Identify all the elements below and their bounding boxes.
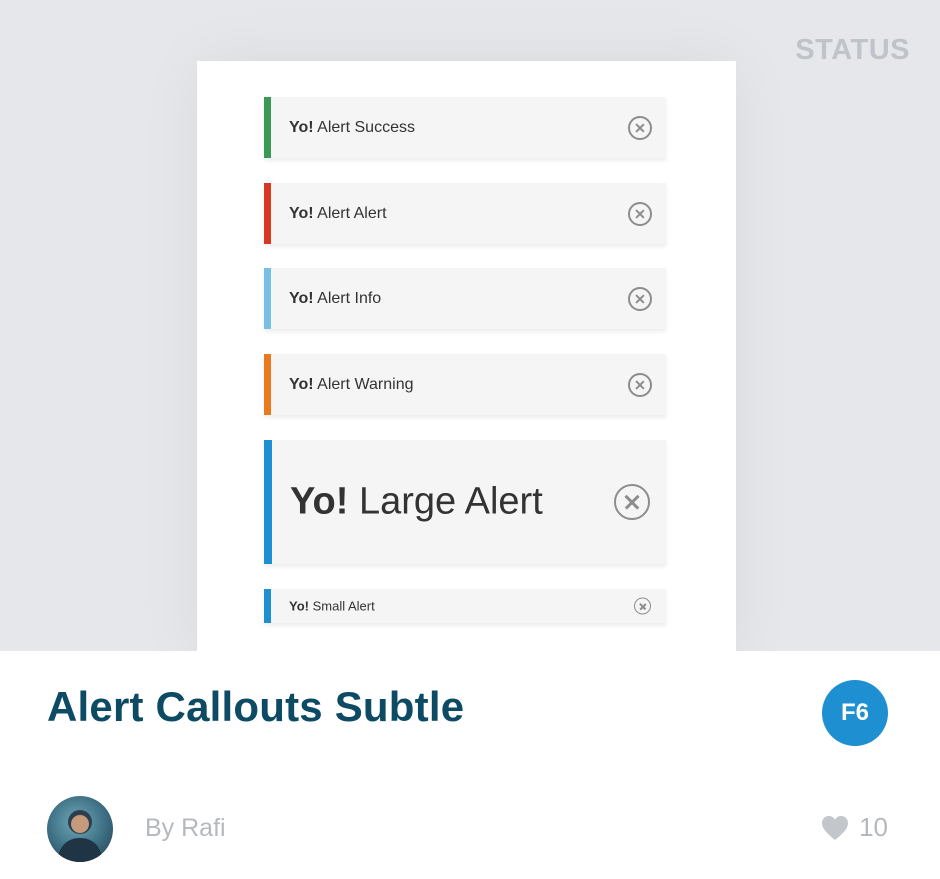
alert-warning: Yo! Alert Warning	[264, 354, 666, 415]
alert-text: Yo! Alert Success	[289, 118, 415, 136]
alert-text: Yo! Alert Info	[289, 289, 382, 307]
like-count: 10	[859, 812, 888, 842]
alert-color-bar	[264, 268, 271, 329]
alert-color-bar	[264, 440, 272, 564]
close-circle-icon[interactable]	[628, 286, 652, 311]
avatar[interactable]	[47, 796, 113, 862]
close-circle-icon[interactable]	[628, 201, 652, 226]
alert-large: Yo! Large Alert	[264, 440, 666, 564]
snippet-card[interactable]: STATUS Yo! Alert Success Yo! Alert Alert…	[0, 0, 940, 879]
alert-small: Yo! Small Alert	[264, 589, 666, 623]
alert-text: Yo! Alert Alert	[289, 204, 387, 222]
close-circle-icon[interactable]	[628, 372, 652, 397]
like-button[interactable]: 10	[821, 812, 888, 843]
alert-color-bar	[264, 97, 271, 158]
alert-success: Yo! Alert Success	[264, 97, 666, 158]
alert-color-bar	[264, 183, 271, 244]
preview-sheet: Yo! Alert Success Yo! Alert Alert Yo! Al…	[197, 61, 736, 651]
close-circle-icon[interactable]	[614, 484, 650, 520]
heart-icon	[822, 815, 849, 840]
f6-badge[interactable]: F6	[822, 680, 888, 746]
close-circle-icon[interactable]	[634, 597, 651, 615]
category-label: STATUS	[795, 34, 910, 66]
alert-color-bar	[264, 354, 271, 415]
alert-text: Yo! Alert Warning	[289, 375, 414, 393]
alert-info: Yo! Alert Info	[264, 268, 666, 329]
preview-area[interactable]: STATUS Yo! Alert Success Yo! Alert Alert…	[0, 0, 940, 651]
alert-text: Yo! Small Alert	[289, 598, 375, 614]
card-title[interactable]: Alert Callouts Subtle	[47, 683, 464, 731]
alert-color-bar	[264, 589, 271, 623]
author-name[interactable]: By Rafi	[145, 814, 226, 843]
alert-alert: Yo! Alert Alert	[264, 183, 666, 244]
close-circle-icon[interactable]	[628, 115, 652, 140]
alert-text: Yo! Large Alert	[290, 480, 543, 523]
